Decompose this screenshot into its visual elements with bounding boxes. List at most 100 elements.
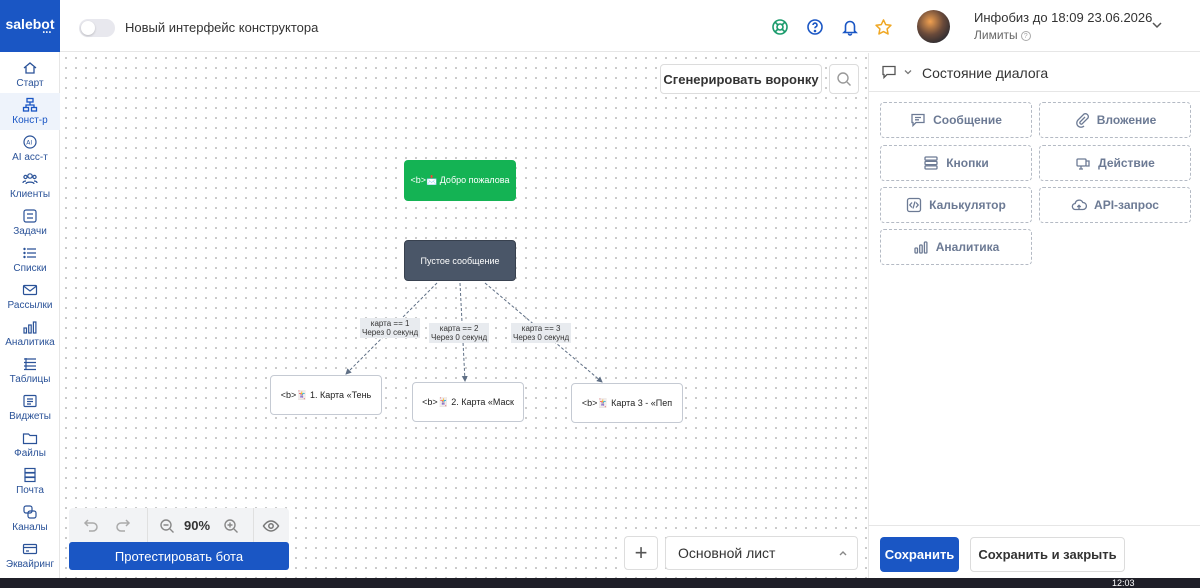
sidebar-item-constructor[interactable]: Конст-р	[0, 93, 60, 130]
comment-icon[interactable]	[881, 64, 897, 80]
save-button[interactable]: Сохранить	[880, 537, 959, 572]
sidebar-item-mailings[interactable]: Рассылки	[0, 278, 60, 315]
zoom-level: 90%	[184, 518, 211, 533]
sidebar-nav: Старт Конст-р AI AI асс-т Клиенты Задачи…	[0, 56, 60, 574]
svg-text:AI: AI	[26, 140, 32, 147]
sidebar-item-label: Старт	[16, 78, 44, 89]
zoom-in-button[interactable]	[221, 516, 241, 536]
sidebar-item-label: Почта	[16, 485, 44, 496]
panel-title: Состояние диалога	[922, 65, 1049, 81]
zoom-in-icon	[224, 519, 238, 533]
chevron-up-icon	[839, 551, 847, 556]
undo-button[interactable]	[81, 516, 101, 536]
block-attachment-button[interactable]: Вложение	[1039, 102, 1191, 138]
sidebar-item-lists[interactable]: Списки	[0, 241, 60, 278]
limits-link[interactable]: Лимиты?	[974, 28, 1031, 42]
flow-node-start[interactable]: <b>📩 Добро пожалова	[404, 160, 516, 201]
sheet-select-value: Основной лист	[678, 545, 776, 561]
chevron-down-icon[interactable]	[903, 67, 913, 77]
sidebar-item-mail[interactable]: Почта	[0, 463, 60, 500]
paperclip-icon	[1075, 113, 1089, 128]
sitemap-icon	[22, 97, 38, 112]
sidebar-item-widgets[interactable]: Виджеты	[0, 389, 60, 426]
new-interface-toggle[interactable]	[79, 19, 115, 37]
list-icon	[23, 247, 36, 259]
salebot-logo[interactable]: salebot •••	[0, 0, 60, 52]
top-bar: Новый интерфейс конструктора Инфобиз до …	[60, 0, 1200, 52]
sidebar-item-start[interactable]: Старт	[0, 56, 60, 93]
redo-button[interactable]	[113, 516, 133, 536]
flow-node-card-2[interactable]: <b>🃏 2. Карта «Маск	[412, 382, 524, 422]
inbox-icon	[24, 467, 36, 483]
os-taskbar: 12:03	[0, 578, 1200, 588]
block-label: Калькулятор	[929, 198, 1006, 212]
sidebar-item-clients[interactable]: Клиенты	[0, 167, 60, 204]
block-calculator-button[interactable]: Калькулятор	[880, 187, 1032, 223]
block-analytics-button[interactable]: Аналитика	[880, 229, 1032, 265]
sidebar-item-ai[interactable]: AI AI асс-т	[0, 130, 60, 167]
tasks-icon	[23, 209, 37, 223]
block-api-request-button[interactable]: API-запрос	[1039, 187, 1191, 223]
canvas-search-button[interactable]	[829, 64, 859, 94]
flow-node-empty-message[interactable]: Пустое сообщение	[404, 240, 516, 281]
plan-status: Инфобиз до 18:09 23.06.2026	[974, 10, 1153, 25]
toolbar-divider	[147, 508, 148, 544]
block-label: API-запрос	[1094, 198, 1159, 212]
block-label: Аналитика	[935, 240, 1000, 254]
bars-icon	[914, 241, 928, 254]
flow-node-card-3[interactable]: <b>🃏 Карта 3 - «Пеп	[571, 383, 683, 423]
flow-node-card-1[interactable]: <b>🃏 1. Карта «Тень	[270, 375, 382, 415]
eye-icon	[262, 520, 280, 532]
support-lifebuoy-icon[interactable]	[770, 17, 790, 37]
sidebar-item-label: Аналитика	[5, 337, 55, 348]
edge-condition: карта == 3	[521, 324, 561, 333]
sidebar-item-label: Списки	[13, 263, 47, 274]
sidebar-item-acquiring[interactable]: Эквайринг	[0, 537, 60, 574]
bell-icon[interactable]	[840, 17, 860, 37]
add-sheet-button[interactable]: +	[624, 536, 658, 570]
sidebar-item-tasks[interactable]: Задачи	[0, 204, 60, 241]
user-avatar[interactable]	[917, 10, 950, 43]
users-icon	[22, 173, 38, 185]
panel-footer: Сохранить Сохранить и закрыть	[869, 525, 1200, 578]
limits-help-icon[interactable]: ?	[1020, 31, 1031, 41]
sidebar-item-analytics[interactable]: Аналитика	[0, 315, 60, 352]
channels-icon	[23, 505, 37, 519]
help-icon[interactable]	[805, 17, 825, 37]
card-icon	[22, 543, 38, 555]
generate-funnel-button[interactable]: Сгенерировать воронку	[660, 64, 822, 94]
sidebar-item-channels[interactable]: Каналы	[0, 500, 60, 537]
sidebar-item-label: Рассылки	[7, 300, 53, 311]
edge-condition: карта == 1	[370, 319, 410, 328]
flow-canvas[interactable]: карта == 1 Через 0 секунд карта == 2 Чер…	[61, 53, 867, 578]
block-label: Сообщение	[933, 113, 1002, 127]
edge-label-1[interactable]: карта == 1 Через 0 секунд	[360, 318, 421, 338]
preview-button[interactable]	[261, 516, 281, 536]
sheet-select[interactable]: Основной лист	[665, 536, 858, 570]
sidebar-item-label: Каналы	[12, 522, 48, 533]
logo-dots: •••	[42, 30, 52, 36]
edge-label-2[interactable]: карта == 2 Через 0 секунд	[429, 323, 490, 343]
sidebar-item-tables[interactable]: Таблицы	[0, 352, 60, 389]
panel-header: Состояние диалога	[869, 53, 1200, 92]
save-and-close-button[interactable]: Сохранить и закрыть	[970, 537, 1125, 572]
sidebar-item-label: Задачи	[13, 226, 47, 237]
block-message-button[interactable]: Сообщение	[880, 102, 1032, 138]
zoom-out-button[interactable]	[157, 516, 177, 536]
block-buttons-button[interactable]: Кнопки	[880, 145, 1032, 181]
sidebar-item-label: Виджеты	[9, 411, 51, 422]
new-interface-label: Новый интерфейс конструктора	[125, 20, 319, 35]
sidebar-item-files[interactable]: Файлы	[0, 426, 60, 463]
edge-label-3[interactable]: карта == 3 Через 0 секунд	[511, 323, 572, 343]
table-icon	[24, 358, 36, 371]
home-icon	[23, 62, 37, 74]
star-icon[interactable]	[873, 17, 893, 37]
test-bot-button[interactable]: Протестировать бота	[69, 542, 289, 570]
taskbar-clock: 12:03	[1112, 578, 1135, 588]
toolbar-divider	[253, 508, 254, 544]
chevron-down-icon[interactable]	[1150, 18, 1164, 32]
sidebar-item-label: Таблицы	[9, 374, 51, 385]
block-action-button[interactable]: Действие	[1039, 145, 1191, 181]
sidebar-item-label: Клиенты	[9, 189, 51, 200]
edge-condition: карта == 2	[439, 324, 479, 333]
